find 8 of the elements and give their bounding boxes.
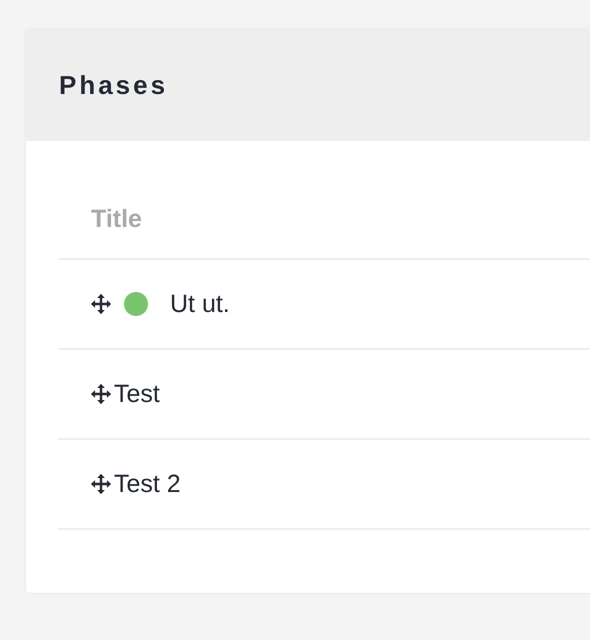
phase-title: Test: [114, 380, 160, 408]
move-icon[interactable]: [90, 473, 112, 495]
column-header: Title: [91, 205, 142, 234]
phase-title: Ut ut.: [170, 290, 230, 318]
move-icon[interactable]: [90, 293, 112, 315]
move-icon[interactable]: [90, 383, 112, 405]
phase-title: Test 2: [114, 470, 181, 498]
panel-title: Phases: [59, 70, 168, 100]
